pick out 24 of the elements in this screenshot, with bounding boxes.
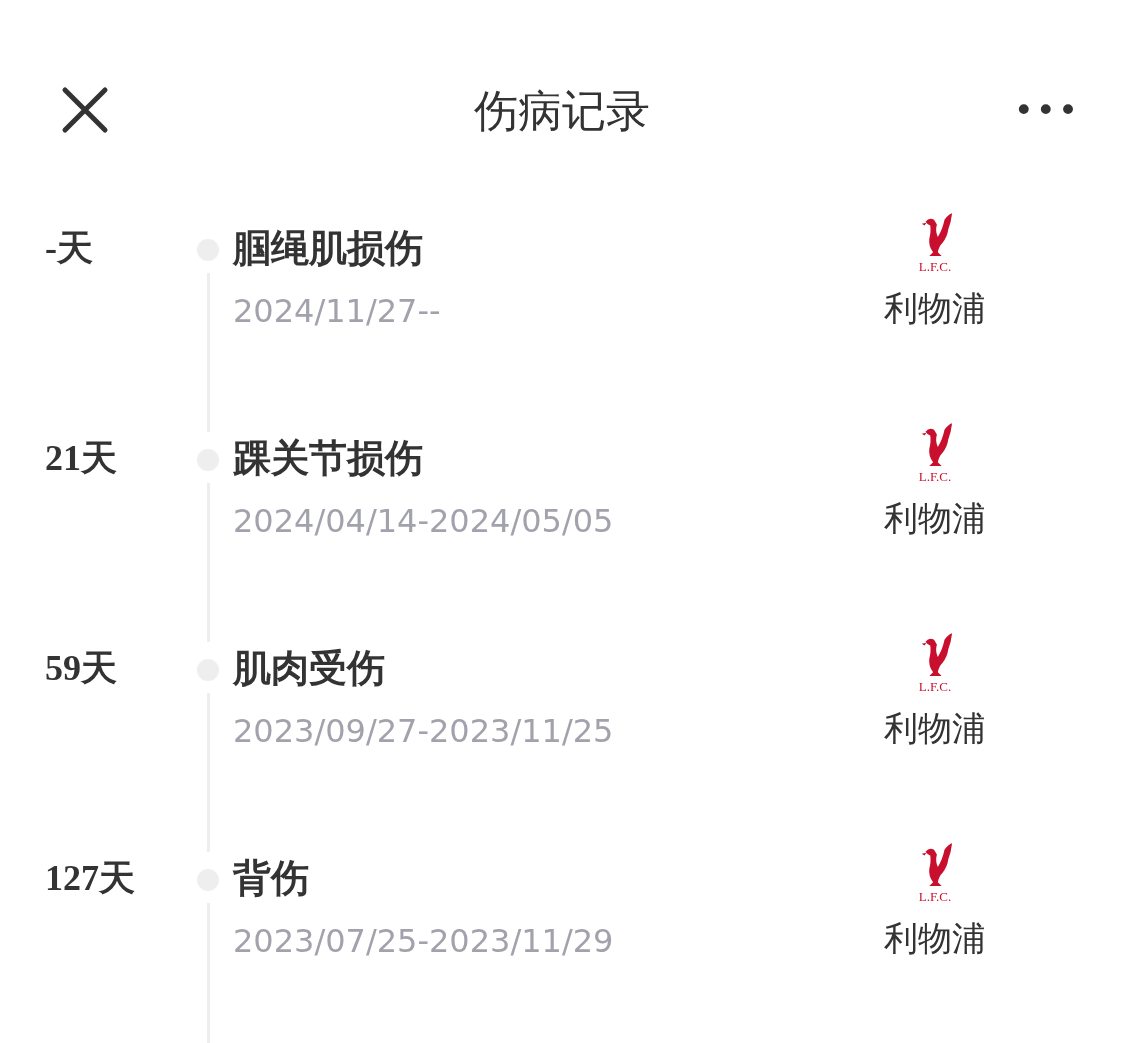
crest-label: L.F.C. bbox=[918, 470, 952, 484]
club-name: 利物浦 bbox=[884, 917, 986, 960]
club-name: 利物浦 bbox=[884, 707, 986, 750]
injury-name: 肌肉受伤 bbox=[233, 645, 385, 692]
more-button[interactable]: ••• bbox=[1013, 85, 1080, 135]
close-icon bbox=[60, 85, 110, 135]
club-name: 利物浦 bbox=[884, 497, 986, 540]
injury-dates: 2023/09/27-2023/11/25 bbox=[233, 712, 614, 750]
injury-duration: -天 bbox=[44, 227, 94, 270]
injury-name: 踝关节损伤 bbox=[233, 435, 423, 482]
injury-name: 腘绳肌损伤 bbox=[233, 225, 423, 272]
injury-dates: 2023/07/25-2023/11/29 bbox=[233, 922, 614, 960]
injury-dates: 2024/11/27-- bbox=[233, 292, 441, 330]
crest-label: L.F.C. bbox=[918, 890, 952, 904]
crest-label: L.F.C. bbox=[918, 680, 952, 694]
page-title: 伤病记录 bbox=[473, 84, 650, 138]
crest-label: L.F.C. bbox=[918, 260, 952, 274]
injury-duration: 59天 bbox=[44, 647, 118, 690]
injury-dates: 2024/04/14-2024/05/05 bbox=[233, 502, 614, 540]
injury-duration: 127天 bbox=[44, 857, 136, 900]
injury-duration: 21天 bbox=[44, 437, 118, 480]
injury-name: 背伤 bbox=[233, 855, 309, 902]
close-button[interactable] bbox=[60, 85, 110, 135]
club-name: 利物浦 bbox=[884, 287, 986, 330]
